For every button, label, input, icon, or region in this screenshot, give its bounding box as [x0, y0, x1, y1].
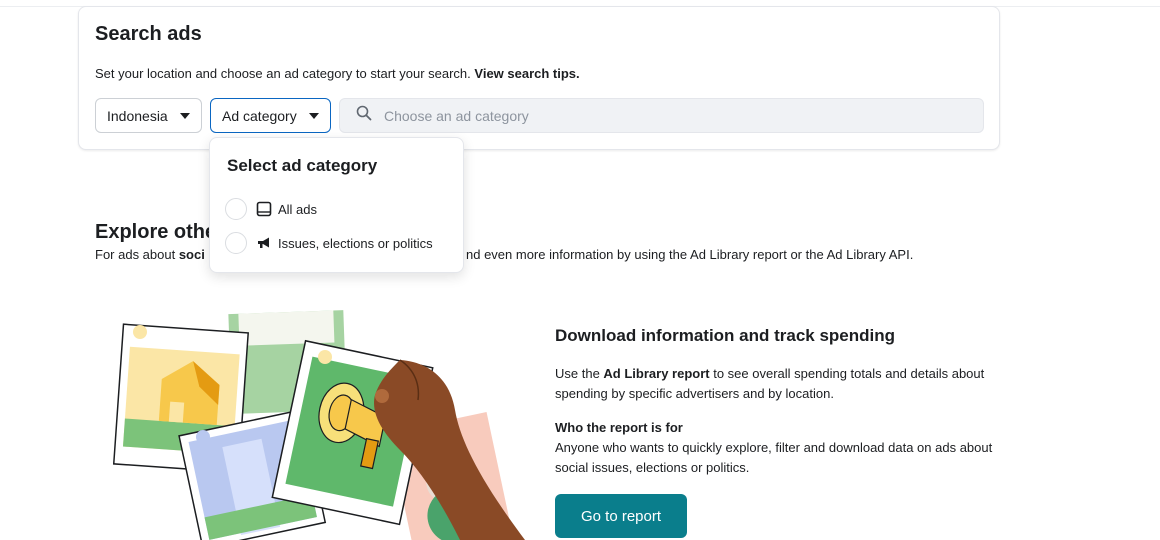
- country-dropdown[interactable]: Indonesia: [95, 98, 202, 133]
- explore-text-end: nd even more information by using the Ad…: [466, 247, 914, 262]
- who-description: Anyone who wants to quickly explore, fil…: [555, 440, 993, 475]
- menu-option-label: All ads: [278, 201, 318, 217]
- explore-text-start: For ads about soci: [95, 247, 205, 262]
- search-title: Search ads: [95, 23, 202, 45]
- caret-down-icon: [308, 112, 319, 119]
- tablet-icon: [256, 201, 272, 217]
- caret-down-icon: [179, 112, 190, 119]
- explore-title: Explore other: [95, 221, 224, 243]
- menu-option-issues[interactable]: Issues, elections or politics: [225, 230, 433, 256]
- explore-text-bold: soci: [178, 247, 205, 262]
- ad-library-report-link: Ad Library report: [603, 366, 710, 381]
- ad-category-dropdown-label: Ad category: [222, 107, 297, 124]
- menu-option-all-ads[interactable]: All ads: [225, 196, 317, 222]
- search-icon: [356, 105, 372, 126]
- view-search-tips-link[interactable]: View search tips.: [474, 66, 579, 81]
- country-dropdown-label: Indonesia: [107, 107, 168, 124]
- search-subtitle-text: Set your location and choose an ad categ…: [95, 66, 475, 81]
- menu-title: Select ad category: [227, 156, 378, 175]
- radio-button[interactable]: [225, 198, 247, 220]
- radio-button[interactable]: [225, 232, 247, 254]
- menu-option-label: Issues, elections or politics: [278, 235, 433, 251]
- ad-category-dropdown[interactable]: Ad category: [210, 98, 331, 133]
- search-subtitle: Set your location and choose an ad categ…: [95, 66, 580, 81]
- report-description-prefix: Use the: [555, 366, 604, 381]
- who-heading: Who the report is for: [555, 420, 683, 435]
- search-ads-card: Search ads Set your location and choose …: [78, 6, 1000, 150]
- megaphone-icon: [256, 235, 272, 251]
- search-input[interactable]: Choose an ad category: [339, 98, 984, 133]
- explore-text-prefix: For ads about: [95, 247, 179, 262]
- report-title: Download information and track spending: [555, 326, 896, 345]
- search-placeholder: Choose an ad category: [384, 107, 529, 124]
- report-illustration: [112, 310, 525, 540]
- report-description: Use the Ad Library report to see overall…: [555, 364, 1015, 404]
- go-to-report-button[interactable]: Go to report: [555, 494, 687, 538]
